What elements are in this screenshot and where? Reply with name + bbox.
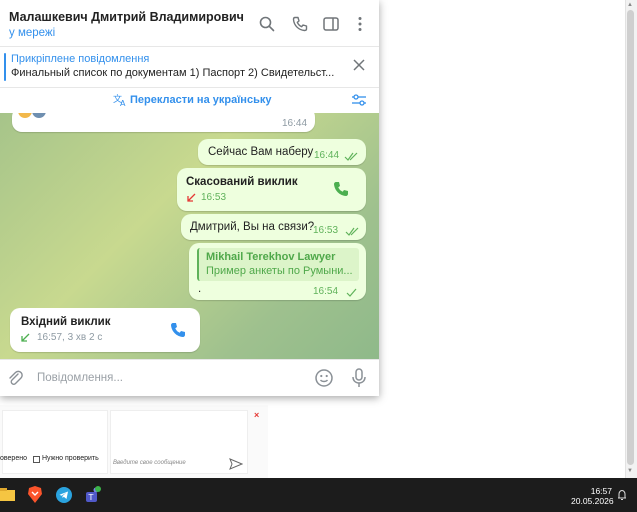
sent-tick-icon xyxy=(346,288,357,297)
message-time: 16:54 xyxy=(313,286,339,297)
message-text: Сейчас Вам наберу xyxy=(208,146,314,158)
message-time: 16:53 xyxy=(313,225,339,236)
message-text: Дмитрий, Вы на связи? xyxy=(190,221,315,233)
background-checkbox-label-need-check: Нужно проверить xyxy=(42,455,99,462)
brave-browser-icon[interactable] xyxy=(27,486,43,504)
telegram-chat-window: Малашкевич Дмитрий Владимирович у мережі… xyxy=(0,0,379,396)
contact-status: у мережі xyxy=(9,27,56,39)
emoji-icon[interactable] xyxy=(314,368,334,388)
search-icon[interactable] xyxy=(258,15,276,33)
message-bubble-incoming[interactable]: 16:44 xyxy=(12,113,315,132)
background-checkbox-label-verified: оверено xyxy=(0,455,27,462)
missed-call-arrow-icon xyxy=(187,193,196,202)
contact-name[interactable]: Малашкевич Дмитрий Владимирович xyxy=(9,10,244,24)
background-checkbox-need-check[interactable] xyxy=(33,456,40,463)
call-back-icon[interactable] xyxy=(332,180,350,198)
scroll-down-arrow-icon[interactable]: ▼ xyxy=(627,468,633,474)
file-explorer-icon[interactable] xyxy=(0,488,16,502)
send-icon[interactable] xyxy=(229,458,243,470)
chat-messages-area[interactable]: 16:44 Сейчас Вам наберу 16:44 Скасований… xyxy=(0,113,379,359)
notification-bell-icon[interactable] xyxy=(616,489,628,501)
pinned-indicator xyxy=(4,53,6,81)
call-back-icon[interactable] xyxy=(169,321,187,339)
background-panel-left xyxy=(2,410,108,474)
call-meta: 16:57, 3 хв 2 с xyxy=(37,332,103,343)
background-message-input[interactable]: Введите свое сообщение xyxy=(113,460,223,466)
message-input[interactable]: Повідомлення... xyxy=(37,372,123,384)
read-ticks-icon xyxy=(344,152,358,161)
incoming-call-arrow-icon xyxy=(21,333,30,342)
sidebar-toggle-icon[interactable] xyxy=(322,15,340,33)
translate-button[interactable]: Перекласти на українську xyxy=(130,94,271,106)
phone-icon[interactable] xyxy=(291,15,309,33)
call-title: Вхідний виклик xyxy=(21,316,111,328)
background-close-icon[interactable]: × xyxy=(254,410,259,420)
attach-icon[interactable] xyxy=(6,369,24,387)
message-bubble-outgoing[interactable]: Сейчас Вам наберу 16:44 xyxy=(198,139,366,165)
svg-text:T: T xyxy=(88,493,94,502)
teams-icon[interactable]: T xyxy=(84,486,102,504)
message-bubble-outgoing-reply[interactable]: Mikhail Terekhov Lawyer Пример анкеты по… xyxy=(189,243,366,300)
more-options-icon[interactable] xyxy=(351,15,369,33)
read-ticks-icon xyxy=(345,227,359,236)
pinned-message-title: Прикріплене повідомлення xyxy=(11,53,150,65)
call-title: Скасований виклик xyxy=(186,176,298,188)
pinned-message-text[interactable]: Финальный список по документам 1) Паспор… xyxy=(11,67,336,79)
scroll-up-arrow-icon[interactable]: ▲ xyxy=(627,2,633,8)
reply-author: Mikhail Terekhov Lawyer xyxy=(206,251,336,263)
message-bubble-outgoing[interactable]: Дмитрий, Вы на связи? 16:53 xyxy=(181,214,366,240)
taskbar-clock-date[interactable]: 20.05.2026 xyxy=(571,496,614,506)
call-bubble-cancelled[interactable]: Скасований виклик 16:53 xyxy=(177,168,366,211)
translate-settings-icon[interactable] xyxy=(351,93,367,107)
reply-text: Пример анкеты по Румыни... xyxy=(206,265,353,277)
taskbar-clock-time[interactable]: 16:57 xyxy=(588,486,612,496)
telegram-icon[interactable] xyxy=(56,487,72,503)
background-scrollbar-thumb[interactable] xyxy=(627,10,634,465)
microphone-icon[interactable] xyxy=(350,367,368,389)
message-time: 16:44 xyxy=(314,150,340,161)
call-time: 16:53 xyxy=(201,192,227,203)
call-bubble-incoming[interactable]: Вхідний виклик 16:57, 3 хв 2 с xyxy=(10,308,200,352)
translate-icon: 文A xyxy=(113,93,126,107)
message-time: 16:44 xyxy=(282,118,308,129)
svg-text:A: A xyxy=(120,99,126,107)
sticker-image xyxy=(18,113,46,118)
close-pinned-icon[interactable] xyxy=(352,58,366,72)
message-text: . xyxy=(198,283,202,295)
